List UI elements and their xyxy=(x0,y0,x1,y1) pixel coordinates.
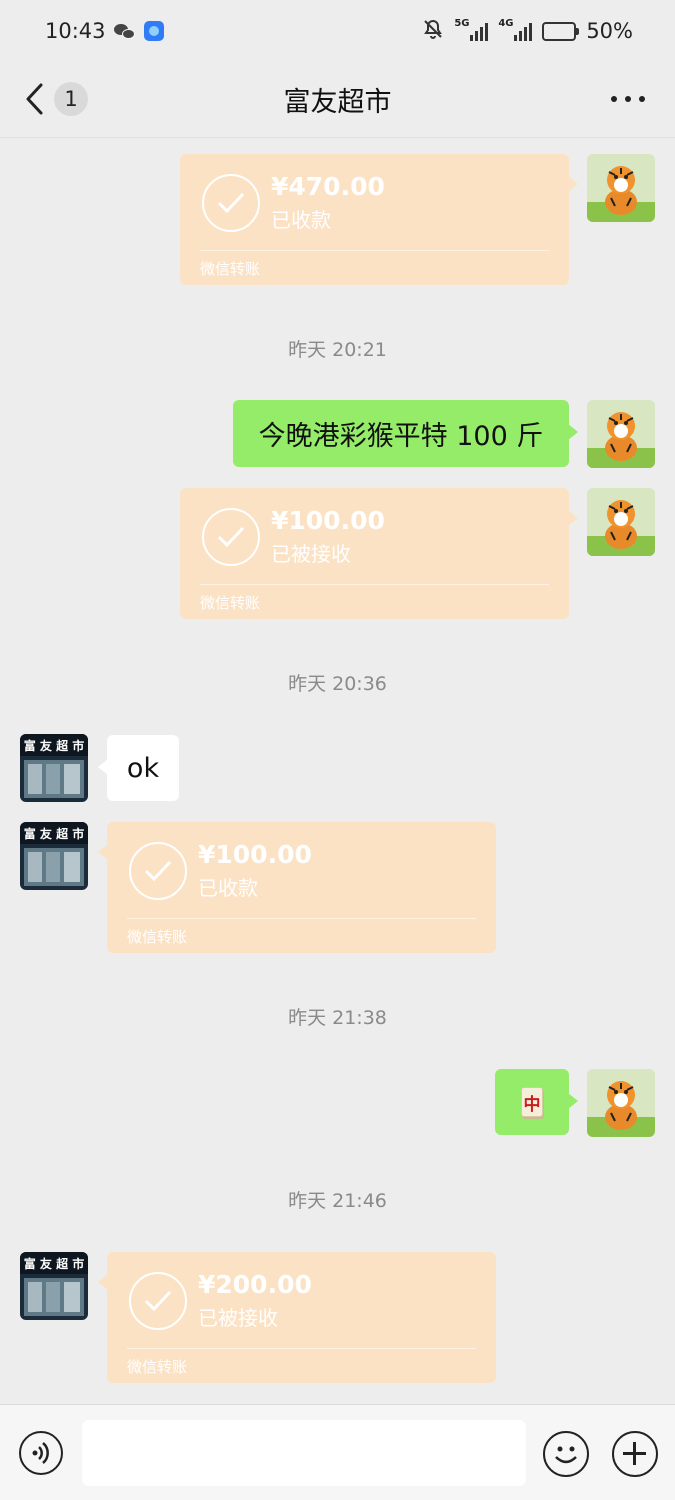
my-avatar[interactable] xyxy=(587,400,655,468)
network-1-label: 5G xyxy=(454,18,470,29)
my-avatar[interactable] xyxy=(587,488,655,556)
transfer-card[interactable]: ¥100.00 已被接收 微信转账 xyxy=(180,488,578,619)
more-button[interactable] xyxy=(611,84,645,114)
network-2-label: 4G xyxy=(498,18,514,29)
chat-header: 1 富友超市 xyxy=(0,62,675,138)
transfer-status: 已被接收 xyxy=(198,1306,278,1330)
mute-icon xyxy=(422,18,444,45)
voice-button[interactable] xyxy=(19,1431,63,1475)
contact-avatar[interactable]: 富 友 超 市 xyxy=(20,1252,88,1320)
status-time: 10:43 xyxy=(45,19,106,43)
check-circle-icon xyxy=(129,1272,187,1330)
avatar-shop-sign: 富 友 超 市 xyxy=(24,738,85,753)
transfer-card[interactable]: ¥100.00 已收款 微信转账 xyxy=(98,822,496,953)
emoji-button[interactable] xyxy=(543,1431,589,1477)
message-timestamp: 昨天 20:36 xyxy=(288,673,387,695)
received-text-bubble[interactable]: ok xyxy=(98,735,179,801)
check-circle-icon xyxy=(202,508,260,566)
transfer-amount: ¥200.00 xyxy=(198,1270,312,1299)
message-input[interactable] xyxy=(82,1420,526,1486)
chevron-left-icon xyxy=(26,83,43,115)
mahjong-tile-icon: 中 xyxy=(521,1087,543,1117)
transfer-source: 微信转账 xyxy=(200,260,261,278)
signal-icon: 4G xyxy=(498,18,533,41)
message-timestamp: 昨天 21:38 xyxy=(288,1007,387,1029)
unread-badge: 1 xyxy=(54,82,88,116)
transfer-status: 已收款 xyxy=(198,876,258,900)
message-timestamp: 昨天 21:46 xyxy=(288,1190,387,1212)
transfer-divider xyxy=(127,1348,476,1349)
plus-button[interactable] xyxy=(612,1431,658,1477)
transfer-card[interactable]: ¥470.00 已收款 微信转账 xyxy=(180,154,578,285)
emoji-icon xyxy=(555,1446,577,1464)
check-circle-icon xyxy=(202,174,260,232)
transfer-amount: ¥100.00 xyxy=(198,840,312,869)
more-dots-icon xyxy=(611,96,617,102)
transfer-source: 微信转账 xyxy=(127,928,188,946)
chat-message-list[interactable]: ¥470.00 已收款 微信转账 昨天 20:21 今晚港彩猴平特 100 斤 … xyxy=(0,139,675,1404)
transfer-source: 微信转账 xyxy=(200,594,261,612)
my-avatar[interactable] xyxy=(587,154,655,222)
back-button[interactable]: 1 xyxy=(24,79,88,119)
message-timestamp: 昨天 20:21 xyxy=(288,339,387,361)
chat-input-bar xyxy=(0,1404,675,1500)
sent-sticker-bubble[interactable]: 中 xyxy=(495,1069,578,1135)
status-bar: 10:43 5G 4G 50% xyxy=(0,0,675,62)
transfer-divider xyxy=(127,918,476,919)
transfer-amount: ¥470.00 xyxy=(271,172,385,201)
chat-title: 富友超市 xyxy=(283,87,392,118)
my-avatar[interactable] xyxy=(587,1069,655,1137)
check-circle-icon xyxy=(129,842,187,900)
avatar-shop-sign: 富 友 超 市 xyxy=(24,1256,85,1271)
transfer-card[interactable]: ¥200.00 已被接收 微信转账 xyxy=(98,1252,496,1383)
avatar-shop-sign: 富 友 超 市 xyxy=(24,826,85,841)
voice-icon xyxy=(32,1442,49,1464)
transfer-status: 已收款 xyxy=(271,208,331,232)
transfer-amount: ¥100.00 xyxy=(271,506,385,535)
battery-percent: 50% xyxy=(586,19,633,43)
contact-avatar[interactable]: 富 友 超 市 xyxy=(20,734,88,802)
wechat-icon xyxy=(113,22,136,40)
transfer-divider xyxy=(200,250,549,251)
transfer-source: 微信转账 xyxy=(127,1358,188,1376)
contact-avatar[interactable]: 富 友 超 市 xyxy=(20,822,88,890)
transfer-divider xyxy=(200,584,549,585)
signal-icon: 5G xyxy=(454,18,489,41)
transfer-status: 已被接收 xyxy=(271,542,351,566)
battery-icon xyxy=(542,21,580,41)
app-notification-icon xyxy=(143,21,164,41)
sent-text-bubble[interactable]: 今晚港彩猴平特 100 斤 xyxy=(233,400,578,467)
